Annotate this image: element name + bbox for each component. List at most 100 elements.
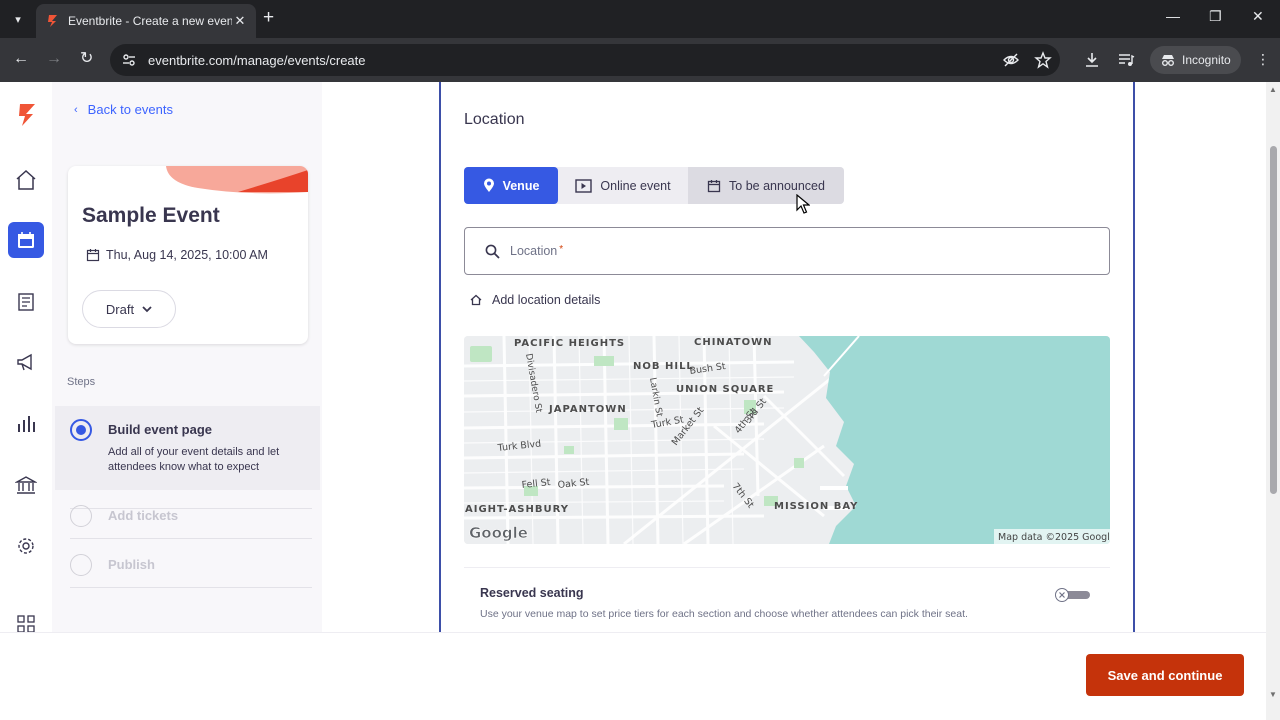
app-nav-rail: [0, 82, 52, 633]
reports-nav-button[interactable]: [8, 406, 44, 442]
more-menu-icon[interactable]: ⋮: [1256, 51, 1270, 67]
status-label: Draft: [105, 301, 135, 317]
steps-heading: Steps: [67, 376, 96, 388]
event-banner-graphic: [166, 166, 308, 194]
map-label: JAPANTOWN: [548, 404, 627, 415]
event-title: Sample Event: [82, 204, 220, 227]
download-icon[interactable]: [1083, 51, 1101, 69]
location-placeholder: Location: [510, 244, 558, 258]
media-controls-icon[interactable]: [1117, 51, 1135, 69]
step-radio-active[interactable]: [70, 419, 92, 441]
tab-search-button[interactable]: ▾: [6, 7, 30, 31]
events-nav-button[interactable]: [8, 222, 44, 258]
reserved-seating-title: Reserved seating: [480, 586, 584, 600]
mouse-cursor-icon: [796, 194, 810, 214]
map-graphic: PACIFIC HEIGHTS CHINATOWN NOB HILL Bush …: [464, 336, 1110, 544]
scroll-down-arrow-icon[interactable]: ▼: [1268, 690, 1278, 699]
location-search-field[interactable]: Location *: [464, 227, 1110, 275]
map-label: NOB HILL: [633, 361, 694, 372]
map-attribution: Map data ©2025 Google: [998, 532, 1110, 543]
tab-online-event[interactable]: Online event: [558, 167, 688, 204]
calendar-icon: [18, 232, 34, 248]
scroll-up-arrow-icon[interactable]: ▲: [1268, 85, 1278, 94]
map-label: CHINATOWN: [694, 337, 772, 348]
incognito-badge[interactable]: Incognito: [1150, 46, 1241, 74]
marketing-nav-button[interactable]: [8, 344, 44, 380]
back-arrow-icon[interactable]: ←: [13, 49, 29, 69]
browser-tab[interactable]: Eventbrite - Create a new event ✕: [36, 4, 256, 38]
add-location-details-label: Add location details: [492, 293, 601, 307]
tab-venue[interactable]: Venue: [464, 167, 558, 204]
step-radio[interactable]: [70, 554, 92, 576]
step-publish[interactable]: Publish: [70, 554, 155, 576]
tab-venue-label: Venue: [502, 178, 540, 193]
step-description: Add all of your event details and let at…: [108, 446, 280, 473]
map-label: UNION SQUARE: [676, 384, 774, 395]
restore-button[interactable]: ❐: [1209, 8, 1222, 25]
settings-icon: [18, 538, 34, 554]
event-date: Thu, Aug 14, 2025, 10:00 AM: [86, 248, 268, 262]
browser-toolbar: ← → ↻ eventbrite.com/manage/events/creat…: [0, 38, 1280, 82]
reload-icon[interactable]: ↻: [80, 49, 93, 69]
tab-to-be-announced[interactable]: To be announced: [688, 167, 844, 204]
reserved-seating-row: Reserved seating Use your venue map to s…: [464, 567, 1110, 637]
calendar-icon: [707, 179, 721, 192]
step-radio[interactable]: [70, 505, 92, 527]
minimize-button[interactable]: —: [1166, 8, 1180, 24]
tab-close-icon[interactable]: ✕: [232, 13, 248, 29]
incognito-icon: [1162, 55, 1174, 66]
url-text: eventbrite.com/manage/events/create: [148, 52, 366, 68]
site-settings-icon[interactable]: [122, 53, 136, 67]
eventbrite-logo-icon[interactable]: [16, 102, 38, 128]
back-to-events-label: Back to events: [87, 102, 173, 117]
browser-tab-bar: ▾ Eventbrite - Create a new event ✕ + — …: [0, 0, 1280, 38]
home-icon: [470, 294, 482, 306]
home-nav-button[interactable]: [8, 162, 44, 198]
tab-title: Eventbrite - Create a new event: [68, 14, 232, 28]
chevron-left-icon: ‹: [74, 103, 78, 116]
address-bar[interactable]: eventbrite.com/manage/events/create: [110, 44, 1060, 76]
chevron-down-icon: ▾: [15, 13, 21, 26]
step-title: Add tickets: [108, 508, 179, 523]
back-to-events-link[interactable]: ‹ Back to events: [74, 102, 173, 117]
step-title: Build event page: [108, 422, 213, 437]
tab-online-event-label: Online event: [600, 178, 671, 193]
incognito-label: Incognito: [1182, 53, 1231, 67]
step-build-event-page[interactable]: Build event page Add all of your event d…: [70, 419, 298, 475]
event-date-text: Thu, Aug 14, 2025, 10:00 AM: [106, 248, 268, 262]
orders-nav-button[interactable]: [8, 284, 44, 320]
map-label: MISSION BAY: [774, 501, 858, 512]
settings-nav-button[interactable]: [8, 528, 44, 564]
apps-icon: [17, 615, 35, 633]
required-mark: *: [559, 244, 564, 255]
new-tab-button[interactable]: +: [263, 8, 274, 28]
add-location-details-link[interactable]: Add location details: [470, 293, 600, 307]
orders-icon: [18, 293, 34, 311]
scrollbar-thumb[interactable]: [1270, 146, 1277, 494]
chart-icon: [18, 416, 35, 432]
search-icon: [485, 244, 500, 259]
step-add-tickets[interactable]: Add tickets: [70, 505, 178, 527]
tab-to-be-announced-label: To be announced: [729, 178, 825, 193]
location-input[interactable]: [573, 244, 1044, 258]
location-type-tabs: Venue Online event To be announced: [464, 167, 844, 204]
chevron-down-icon: [142, 305, 152, 312]
event-summary-card: Sample Event Thu, Aug 14, 2025, 10:00 AM…: [68, 166, 308, 344]
map-label: AIGHT-ASHBURY: [465, 504, 569, 515]
forward-arrow-icon[interactable]: →: [46, 49, 62, 69]
finance-nav-button[interactable]: [8, 467, 44, 503]
eye-off-icon[interactable]: [1002, 51, 1020, 69]
save-and-continue-button[interactable]: Save and continue: [1086, 654, 1244, 696]
venue-map[interactable]: PACIFIC HEIGHTS CHINATOWN NOB HILL Bush …: [464, 336, 1110, 544]
step-title: Publish: [108, 557, 155, 572]
reserved-seating-toggle[interactable]: [1054, 588, 1090, 602]
status-dropdown[interactable]: Draft: [82, 290, 176, 328]
star-icon[interactable]: [1034, 51, 1052, 69]
step-divider: [70, 538, 312, 539]
footer-bar: [0, 632, 1266, 720]
event-steps-panel: ‹ Back to events Sample Event Thu, Aug 1…: [52, 82, 322, 632]
close-window-button[interactable]: ✕: [1252, 8, 1264, 25]
map-pin-icon: [483, 178, 494, 192]
step-divider: [70, 587, 312, 588]
bank-icon: [15, 476, 37, 494]
